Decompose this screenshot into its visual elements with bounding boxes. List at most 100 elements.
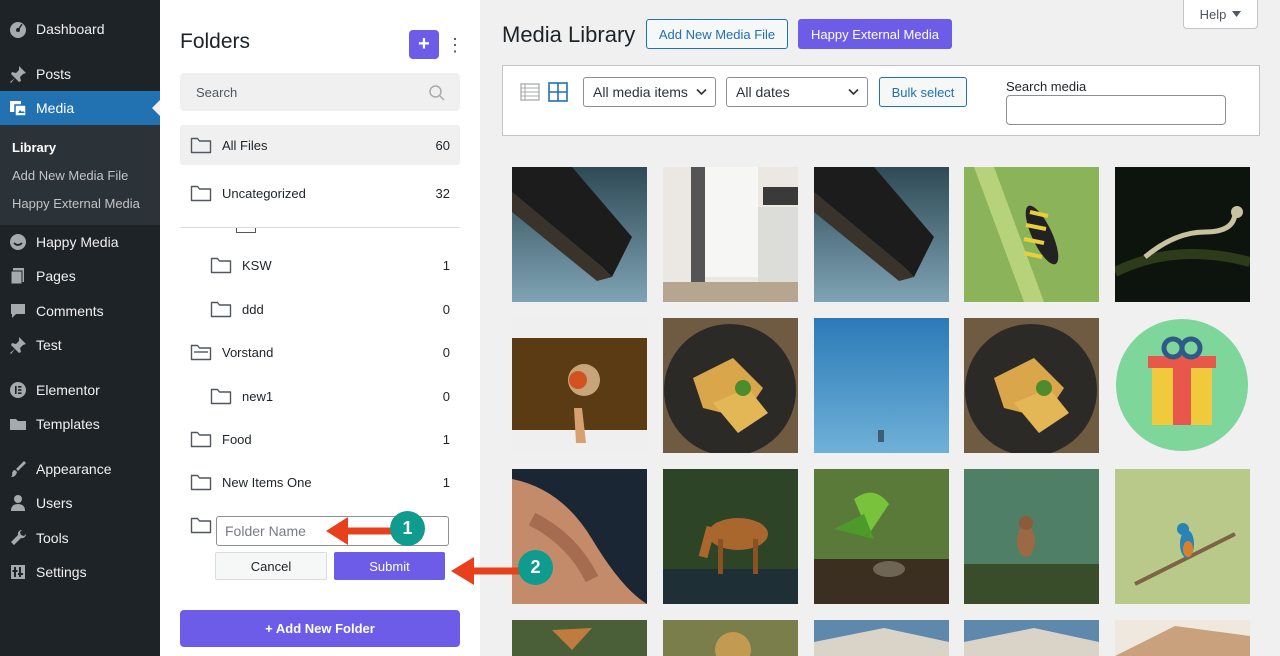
happy-media-icon — [0, 232, 36, 252]
folders-title: Folders — [180, 30, 251, 53]
admin-sidebar: Dashboard Posts Media Library Add New Me… — [0, 0, 160, 656]
folder-icon — [190, 431, 212, 448]
submenu-library[interactable]: Library — [12, 140, 56, 155]
menu-comments[interactable]: Comments — [0, 294, 160, 328]
chevron-down-icon — [696, 88, 707, 96]
more-options-icon[interactable]: ⋮ — [446, 34, 464, 56]
folder-label: All Files — [222, 137, 268, 153]
menu-label: Posts — [36, 66, 72, 82]
folder-count: 1 — [442, 257, 450, 273]
media-thumbnail[interactable] — [512, 318, 647, 453]
folder-icon — [210, 257, 232, 274]
settings-icon — [0, 562, 36, 582]
folder-ddd[interactable]: ddd 0 — [210, 289, 450, 329]
menu-label: Pages — [36, 268, 76, 284]
callout-badge-2: 2 — [518, 550, 553, 585]
media-thumbnail[interactable] — [964, 318, 1099, 453]
menu-templates[interactable]: Templates — [0, 407, 160, 441]
media-thumbnail[interactable] — [964, 620, 1099, 656]
folder-icon — [0, 414, 36, 434]
folder-new-items-one[interactable]: New Items One 1 — [190, 462, 450, 502]
menu-label: Comments — [36, 303, 104, 319]
arrow-left-icon — [326, 517, 394, 545]
menu-pages[interactable]: Pages — [0, 259, 160, 293]
folder-icon — [190, 517, 212, 534]
add-folder-plus-button[interactable]: + — [409, 30, 439, 59]
add-new-media-button[interactable]: Add New Media File — [646, 19, 788, 49]
elementor-icon — [0, 380, 36, 400]
submit-button[interactable]: Submit — [334, 552, 445, 580]
folder-icon-clipped — [236, 228, 256, 233]
media-thumbnail[interactable] — [814, 620, 949, 656]
folder-count: 0 — [442, 344, 450, 360]
select-value: All media items — [593, 84, 688, 100]
folder-all-files[interactable]: All Files 60 — [180, 125, 460, 165]
dashboard-icon — [0, 19, 36, 39]
folder-uncategorized[interactable]: Uncategorized 32 — [190, 173, 450, 213]
submenu-add-new[interactable]: Add New Media File — [12, 168, 128, 183]
submenu-external[interactable]: Happy External Media — [12, 196, 140, 211]
folder-vorstand[interactable]: Vorstand 0 — [190, 332, 450, 372]
menu-label: Users — [36, 495, 73, 511]
folder-count: 32 — [435, 185, 450, 201]
folder-label: KSW — [242, 257, 272, 273]
media-thumbnail[interactable] — [964, 167, 1099, 302]
happy-external-media-button[interactable]: Happy External Media — [798, 19, 952, 49]
callout-badge-1: 1 — [390, 511, 425, 546]
media-thumbnail[interactable] — [1115, 469, 1250, 604]
media-thumbnail[interactable] — [814, 167, 949, 302]
menu-elementor[interactable]: Elementor — [0, 373, 160, 407]
folder-new1[interactable]: new1 0 — [210, 376, 450, 416]
media-thumbnail[interactable] — [512, 167, 647, 302]
menu-label: Happy Media — [36, 234, 119, 250]
menu-posts[interactable]: Posts — [0, 57, 160, 91]
media-icon — [0, 98, 36, 118]
folder-label: Food — [222, 431, 252, 447]
add-new-folder-button[interactable]: + Add New Folder — [180, 610, 460, 647]
folder-open-icon — [190, 344, 212, 361]
media-thumbnail[interactable] — [814, 469, 949, 604]
bulk-select-button[interactable]: Bulk select — [879, 77, 967, 107]
media-thumbnail[interactable] — [663, 469, 798, 604]
brush-icon — [0, 459, 36, 479]
list-view-icon[interactable] — [520, 82, 540, 102]
menu-label: Media — [36, 100, 75, 116]
menu-tools[interactable]: Tools — [0, 521, 160, 555]
media-thumbnail[interactable] — [663, 620, 798, 656]
help-tab[interactable]: Help — [1183, 0, 1258, 29]
media-thumbnail[interactable] — [814, 318, 949, 453]
menu-media[interactable]: Media — [0, 91, 160, 125]
grid-view-icon[interactable] — [548, 82, 568, 102]
menu-happy-media[interactable]: Happy Media — [0, 225, 160, 259]
media-submenu: Library Add New Media File Happy Externa… — [0, 125, 160, 225]
media-thumbnail[interactable] — [1115, 167, 1250, 302]
page-title: Media Library — [502, 22, 636, 47]
cancel-button[interactable]: Cancel — [215, 552, 327, 580]
media-type-filter[interactable]: All media items — [583, 77, 716, 107]
menu-label: Tools — [36, 530, 69, 546]
select-value: All dates — [736, 84, 790, 100]
menu-settings[interactable]: Settings — [0, 555, 160, 589]
folder-icon — [190, 185, 212, 202]
folder-search-input[interactable] — [180, 73, 460, 111]
media-thumbnail[interactable] — [1115, 620, 1250, 656]
menu-users[interactable]: Users — [0, 486, 160, 520]
search-media-input[interactable] — [1006, 95, 1226, 125]
menu-appearance[interactable]: Appearance — [0, 452, 160, 486]
search-icon — [429, 85, 445, 101]
menu-label: Test — [36, 337, 62, 353]
date-filter[interactable]: All dates — [726, 77, 868, 107]
folder-label: new1 — [242, 388, 274, 404]
folder-count: 0 — [442, 301, 450, 317]
menu-label: Settings — [36, 564, 87, 580]
media-thumbnail[interactable] — [663, 167, 798, 302]
folder-ksw[interactable]: KSW 1 — [210, 245, 450, 285]
menu-dashboard[interactable]: Dashboard — [0, 12, 160, 46]
media-thumbnail[interactable] — [512, 620, 647, 656]
menu-test[interactable]: Test — [0, 328, 160, 362]
folder-icon — [190, 474, 212, 491]
media-thumbnail[interactable] — [663, 318, 798, 453]
folder-food[interactable]: Food 1 — [190, 419, 450, 459]
media-thumbnail[interactable] — [1115, 318, 1250, 453]
media-thumbnail[interactable] — [964, 469, 1099, 604]
